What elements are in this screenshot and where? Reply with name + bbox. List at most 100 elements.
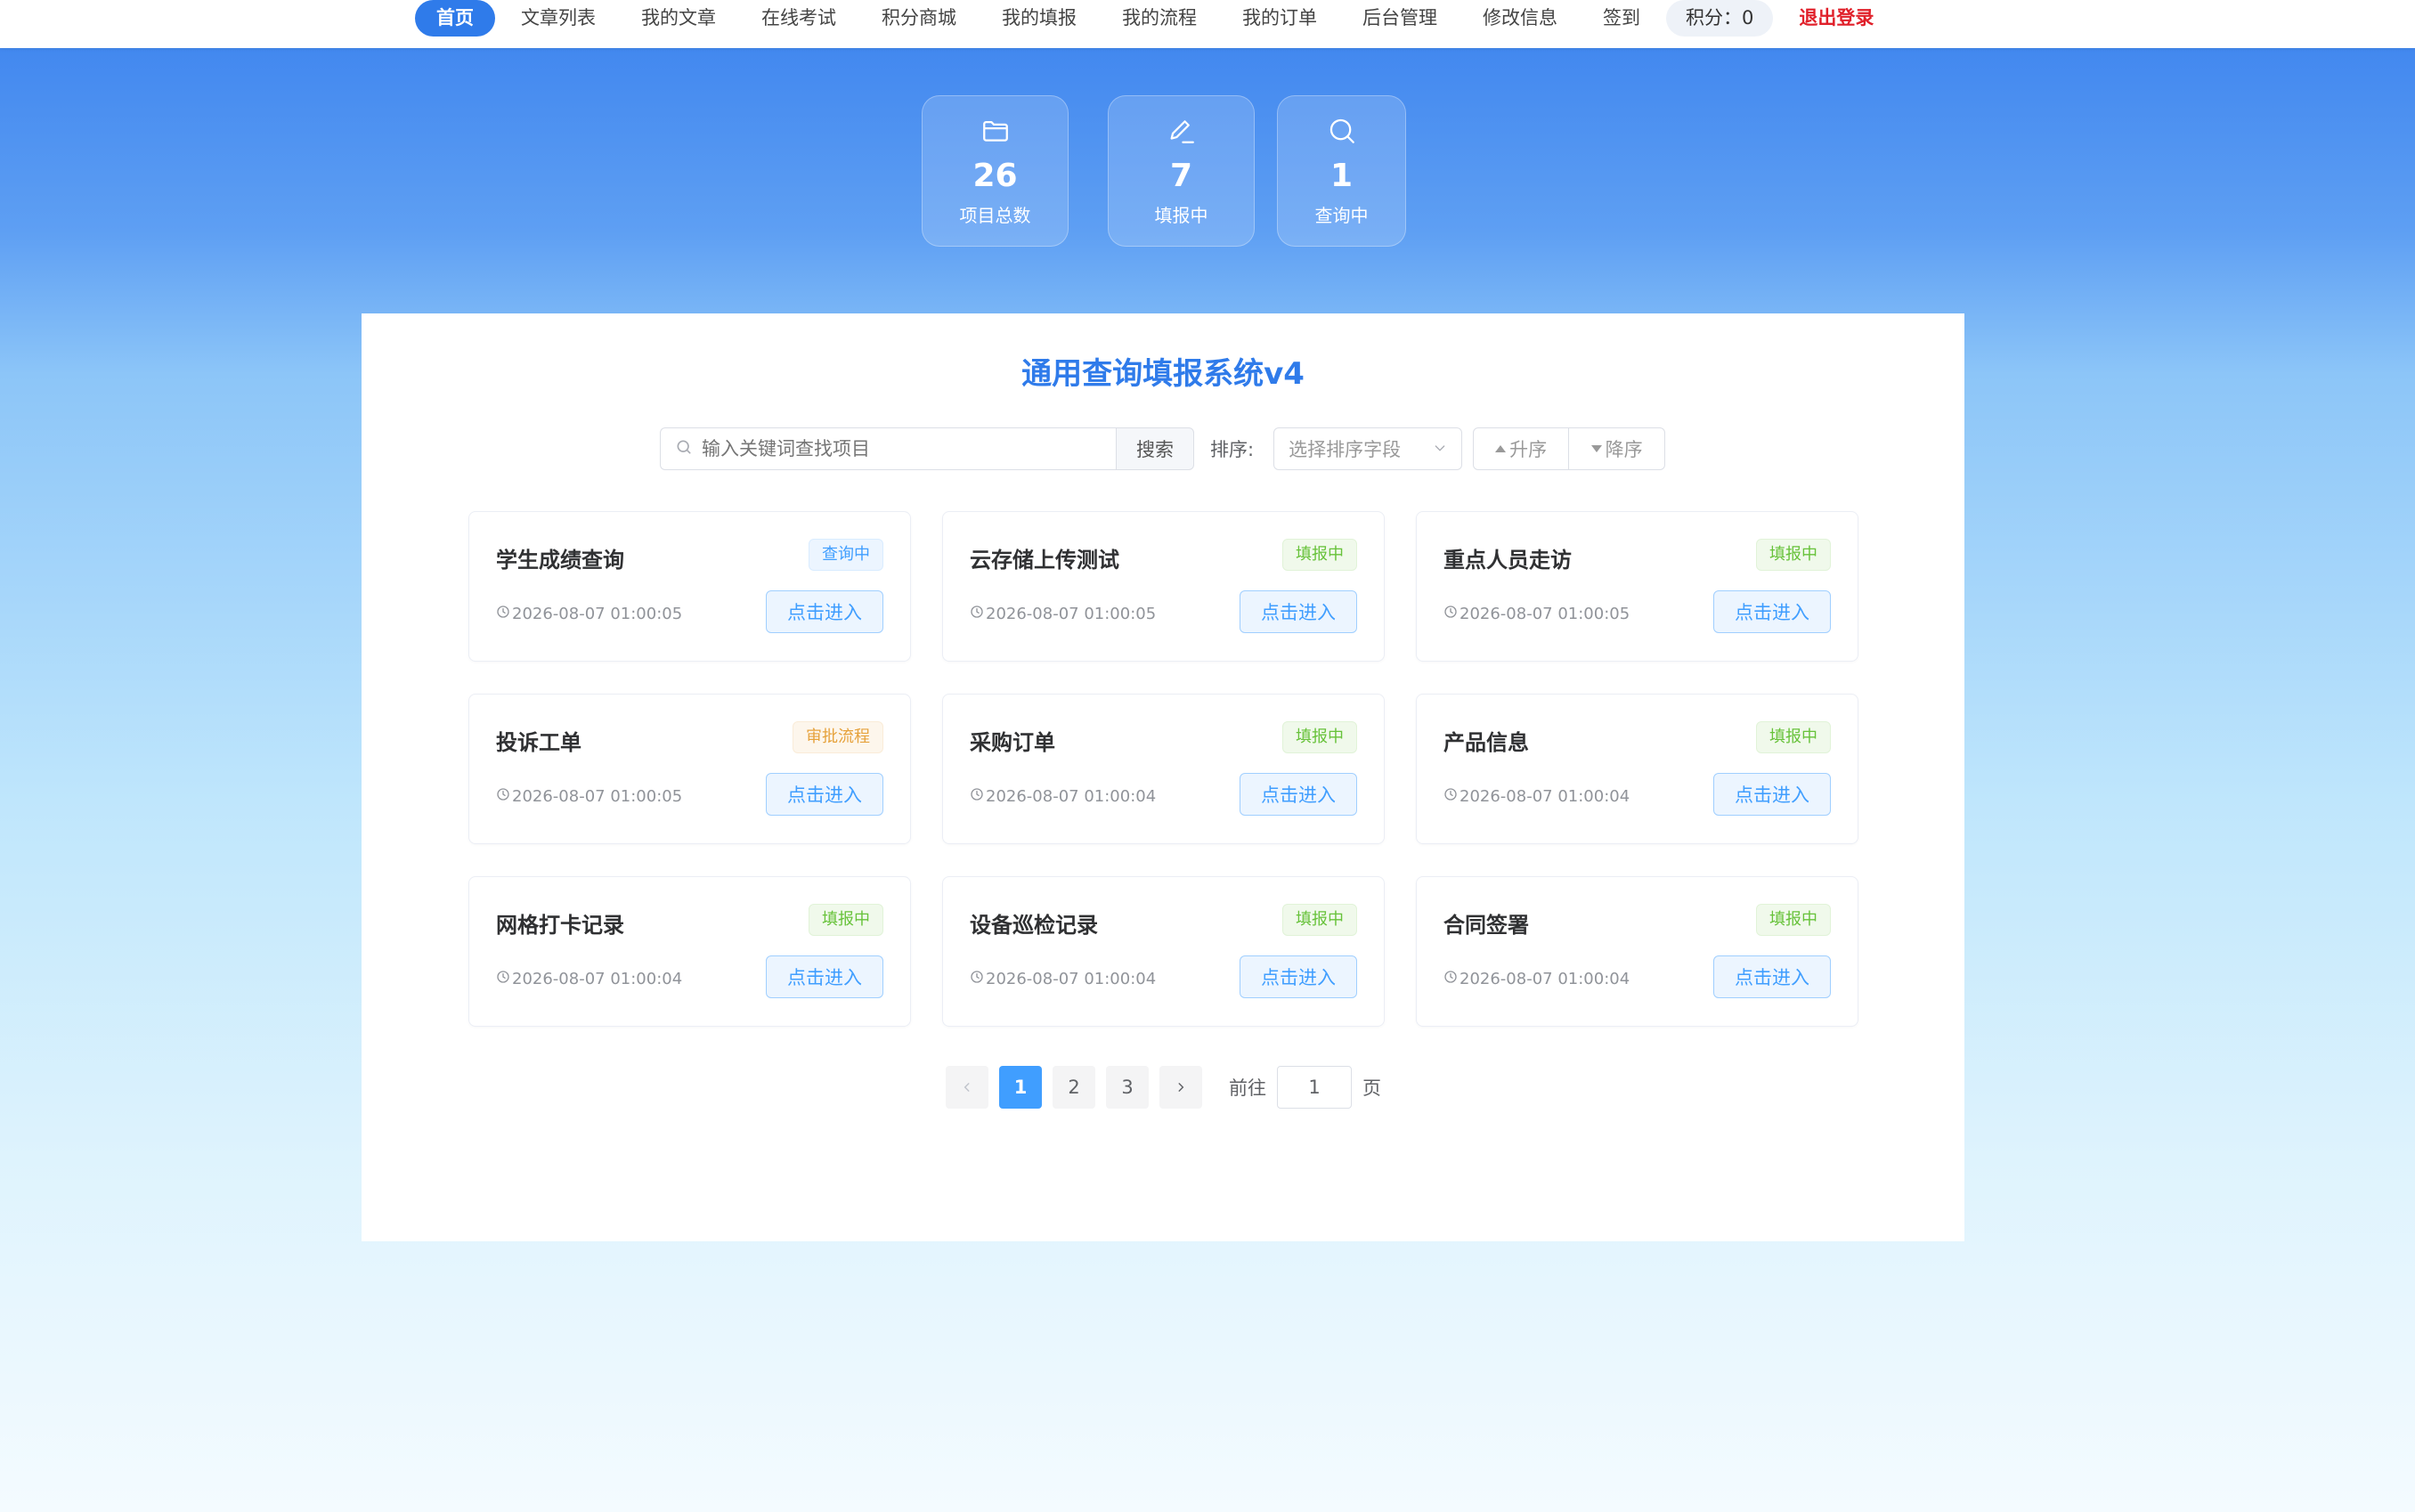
page-number-button[interactable]: 1 — [999, 1066, 1042, 1109]
goto-label: 前往 — [1229, 1077, 1266, 1099]
search-input[interactable] — [702, 438, 1094, 459]
card-time: 2026-08-07 01:00:05 — [1443, 605, 1630, 623]
project-card: 重点人员走访 填报中 2026-08-07 01:00:05 点击进入 — [1416, 511, 1858, 662]
enter-button[interactable]: 点击进入 — [1240, 590, 1357, 633]
clock-icon — [496, 605, 512, 623]
card-time: 2026-08-07 01:00:04 — [496, 970, 682, 988]
nav-item[interactable]: 签到 — [1583, 0, 1660, 37]
card-time: 2026-08-07 01:00:05 — [496, 787, 682, 806]
nav-item[interactable]: 修改信息 — [1463, 0, 1577, 37]
project-grid: 学生成绩查询 查询中 2026-08-07 01:00:05 点击进入 云存储上传测试填… — [468, 511, 1858, 1027]
search-button[interactable]: 搜索 — [1116, 427, 1194, 470]
card-timestamp: 2026-08-07 01:00:04 — [1460, 970, 1630, 988]
pagination: 123 前往 1 页 — [946, 1066, 1381, 1109]
sort-select-placeholder: 选择排序字段 — [1289, 439, 1402, 460]
search-icon — [675, 438, 693, 459]
card-title: 网格打卡记录 — [496, 913, 624, 938]
enter-button[interactable]: 点击进入 — [766, 590, 883, 633]
next-page-button[interactable] — [1159, 1066, 1202, 1109]
enter-button[interactable]: 点击进入 — [1240, 955, 1357, 998]
project-card: 网格打卡记录 填报中 2026-08-07 01:00:04 点击进入 — [468, 876, 911, 1027]
nav-item[interactable]: 我的文章 — [622, 0, 736, 37]
stat-total-projects: 26 项目总数 — [922, 95, 1069, 247]
card-time: 2026-08-07 01:00:04 — [1443, 787, 1630, 806]
enter-button[interactable]: 点击进入 — [1713, 590, 1831, 633]
stat-label: 项目总数 — [959, 205, 1031, 226]
stats-row: 26 项目总数 7 填报中 1 查询中 — [922, 95, 1406, 247]
page-number-button[interactable]: 3 — [1106, 1066, 1149, 1109]
sort-asc-label: 升序 — [1509, 439, 1548, 460]
page-title: 通用查询填报系统v4 — [1021, 356, 1305, 392]
chevron-down-icon — [1433, 438, 1447, 459]
goto-suffix: 页 — [1362, 1077, 1381, 1099]
clock-icon — [970, 605, 986, 623]
stat-value: 26 — [972, 158, 1018, 194]
clock-icon — [496, 970, 512, 988]
status-badge: 填报中 — [1282, 539, 1357, 571]
sort-asc-button[interactable]: 升序 — [1473, 427, 1570, 470]
nav-item[interactable]: 首页 — [415, 0, 495, 37]
enter-button[interactable]: 点击进入 — [766, 955, 883, 998]
project-card: 投诉工单 审批流程 2026-08-07 01:00:05 点击进入 — [468, 694, 911, 844]
sort-desc-button[interactable]: 降序 — [1569, 427, 1666, 470]
project-card: 学生成绩查询 查询中 2026-08-07 01:00:05 点击进入 — [468, 511, 911, 662]
card-title: 采购订单 — [970, 730, 1055, 755]
card-timestamp: 2026-08-07 01:00:05 — [1460, 605, 1630, 623]
stat-value: 7 — [1169, 158, 1193, 194]
caret-down-icon — [1590, 445, 1602, 452]
nav-item[interactable]: 后台管理 — [1343, 0, 1457, 37]
prev-page-button[interactable] — [946, 1066, 988, 1109]
status-badge: 填报中 — [809, 904, 883, 936]
card-title: 学生成绩查询 — [496, 548, 624, 573]
clock-icon — [1443, 970, 1460, 988]
card-time: 2026-08-07 01:00:04 — [1443, 970, 1630, 988]
page-numbers: 123 — [999, 1066, 1159, 1109]
nav-item[interactable]: 我的流程 — [1102, 0, 1216, 37]
card-timestamp: 2026-08-07 01:00:04 — [986, 787, 1157, 806]
logout-link[interactable]: 退出登录 — [1779, 0, 1893, 37]
card-time: 2026-08-07 01:00:04 — [970, 787, 1156, 806]
sort-field-select[interactable]: 选择排序字段 — [1273, 427, 1463, 470]
goto-page-input[interactable]: 1 — [1277, 1066, 1352, 1109]
project-card: 云存储上传测试 填报中 2026-08-07 01:00:05 点击进入 — [942, 511, 1385, 662]
project-card: 设备巡检记录 填报中 2026-08-07 01:00:04 点击进入 — [942, 876, 1385, 1027]
project-card: 采购订单 填报中 2026-08-07 01:00:04 点击进入 — [942, 694, 1385, 844]
card-timestamp: 2026-08-07 01:00:04 — [1460, 787, 1630, 806]
status-badge: 填报中 — [1756, 539, 1831, 571]
card-title: 云存储上传测试 — [970, 548, 1119, 573]
search-icon — [1327, 116, 1357, 150]
top-nav: 首页 文章列表 我的文章 在线考试 积分商城 我的填报 我的流程 我的订单 后台管理 修改信息 签到… — [0, 0, 2415, 48]
status-badge: 填报中 — [1282, 721, 1357, 753]
card-timestamp: 2026-08-07 01:00:05 — [986, 605, 1157, 623]
nav-item[interactable]: 我的填报 — [982, 0, 1096, 37]
enter-button[interactable]: 点击进入 — [1713, 955, 1831, 998]
chevron-left-icon — [961, 1077, 973, 1098]
status-badge: 查询中 — [809, 539, 883, 571]
card-title: 产品信息 — [1443, 730, 1529, 755]
nav-item[interactable]: 我的订单 — [1223, 0, 1337, 37]
enter-button[interactable]: 点击进入 — [766, 773, 883, 816]
stat-querying: 1 查询中 — [1277, 95, 1406, 247]
enter-button[interactable]: 点击进入 — [1240, 773, 1357, 816]
clock-icon — [496, 787, 512, 806]
stat-value: 1 — [1329, 158, 1354, 194]
card-title: 投诉工单 — [496, 730, 581, 755]
card-title: 设备巡检记录 — [970, 913, 1098, 938]
stat-label: 填报中 — [1154, 205, 1208, 226]
card-time: 2026-08-07 01:00:05 — [970, 605, 1156, 623]
card-time: 2026-08-07 01:00:04 — [970, 970, 1156, 988]
status-badge: 填报中 — [1756, 904, 1831, 936]
nav-item[interactable]: 文章列表 — [501, 0, 615, 37]
project-card: 产品信息 填报中 2026-08-07 01:00:04 点击进入 — [1416, 694, 1858, 844]
chevron-right-icon — [1175, 1077, 1187, 1098]
clock-icon — [1443, 605, 1460, 623]
status-badge: 审批流程 — [793, 721, 883, 753]
points-badge: 积分：0 — [1666, 0, 1774, 37]
card-timestamp: 2026-08-07 01:00:05 — [512, 787, 683, 806]
nav-item[interactable]: 积分商城 — [862, 0, 976, 37]
status-badge: 填报中 — [1282, 904, 1357, 936]
enter-button[interactable]: 点击进入 — [1713, 773, 1831, 816]
card-time: 2026-08-07 01:00:05 — [496, 605, 682, 623]
nav-item[interactable]: 在线考试 — [742, 0, 856, 37]
page-number-button[interactable]: 2 — [1053, 1066, 1095, 1109]
